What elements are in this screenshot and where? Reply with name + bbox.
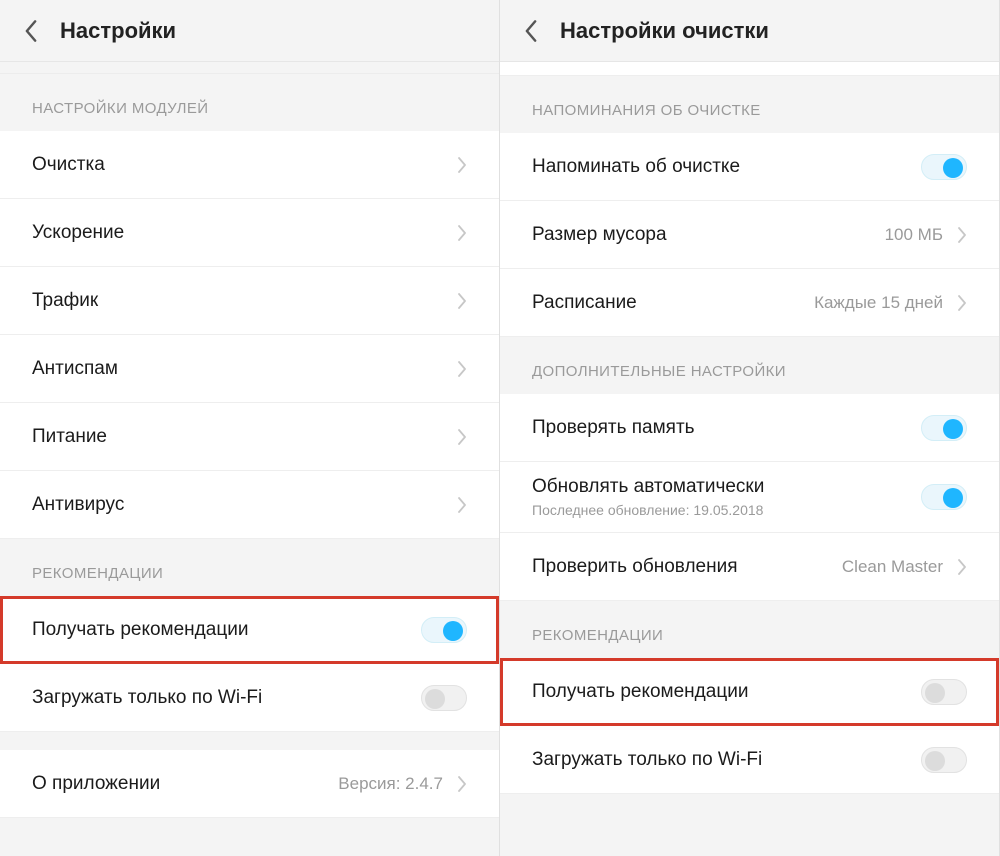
chevron-right-icon: [457, 776, 467, 792]
row-receive-recommendations[interactable]: Получать рекомендации: [500, 658, 999, 726]
row-antispam[interactable]: Антиспам: [0, 335, 499, 403]
toggle-knob: [425, 689, 445, 709]
settings-screen: Настройки НАСТРОЙКИ МОДУЛЕЙ Очистка Уско…: [0, 0, 500, 856]
row-label: Проверять память: [532, 417, 921, 439]
row-check-memory[interactable]: Проверять память: [500, 394, 999, 462]
row-label: Ускорение: [32, 222, 457, 244]
row-label: О приложении: [32, 773, 338, 795]
row-power[interactable]: Питание: [0, 403, 499, 471]
back-button[interactable]: [20, 20, 42, 42]
cleanup-settings-screen: Настройки очистки НАПОМИНАНИЯ ОБ ОЧИСТКЕ…: [500, 0, 1000, 856]
section-recommendations-header: РЕКОМЕНДАЦИИ: [500, 601, 999, 658]
section-reminders-header: НАПОМИНАНИЯ ОБ ОЧИСТКЕ: [500, 76, 999, 133]
chevron-right-icon: [457, 293, 467, 309]
page-title: Настройки: [60, 18, 176, 44]
header: Настройки: [0, 0, 499, 62]
chevron-right-icon: [457, 361, 467, 377]
toggle-recommendations[interactable]: [921, 679, 967, 705]
row-text: Обновлять автоматически Последнее обновл…: [532, 462, 921, 532]
spacer: [0, 62, 499, 74]
row-traffic[interactable]: Трафик: [0, 267, 499, 335]
toggle-knob: [943, 488, 963, 508]
row-label: Загружать только по Wi-Fi: [32, 687, 421, 709]
section-additional-header: ДОПОЛНИТЕЛЬНЫЕ НАСТРОЙКИ: [500, 337, 999, 394]
row-label: Антивирус: [32, 494, 457, 516]
chevron-right-icon: [457, 225, 467, 241]
row-label: Питание: [32, 426, 457, 448]
chevron-left-icon: [524, 20, 538, 42]
toggle-check-memory[interactable]: [921, 415, 967, 441]
row-sublabel: Последнее обновление: 19.05.2018: [532, 502, 921, 518]
chevron-left-icon: [24, 20, 38, 42]
row-trash-size[interactable]: Размер мусора 100 МБ: [500, 201, 999, 269]
content: НАСТРОЙКИ МОДУЛЕЙ Очистка Ускорение Траф…: [0, 62, 499, 856]
chevron-right-icon: [457, 497, 467, 513]
row-check-updates[interactable]: Проверить обновления Clean Master: [500, 533, 999, 601]
row-label: Трафик: [32, 290, 457, 312]
content: НАПОМИНАНИЯ ОБ ОЧИСТКЕ Напоминать об очи…: [500, 62, 999, 856]
toggle-knob: [943, 419, 963, 439]
chevron-right-icon: [957, 227, 967, 243]
row-value: Каждые 15 дней: [814, 293, 943, 313]
row-remind-cleanup[interactable]: Напоминать об очистке: [500, 133, 999, 201]
row-label: Проверить обновления: [532, 556, 842, 578]
row-label: Размер мусора: [532, 224, 885, 246]
section-modules-header: НАСТРОЙКИ МОДУЛЕЙ: [0, 74, 499, 131]
chevron-right-icon: [457, 429, 467, 445]
spacer: [0, 732, 499, 750]
page-title: Настройки очистки: [560, 18, 769, 44]
row-value: 100 МБ: [885, 225, 943, 245]
row-value: Версия: 2.4.7: [338, 774, 443, 794]
toggle-wifi-only[interactable]: [921, 747, 967, 773]
row-label: Напоминать об очистке: [532, 156, 921, 178]
row-auto-update[interactable]: Обновлять автоматически Последнее обновл…: [500, 462, 999, 533]
row-label: Получать рекомендации: [532, 681, 921, 703]
chevron-right-icon: [457, 157, 467, 173]
row-label: Обновлять автоматически: [532, 476, 921, 498]
row-cleanup[interactable]: Очистка: [0, 131, 499, 199]
toggle-knob: [925, 751, 945, 771]
toggle-knob: [943, 158, 963, 178]
back-button[interactable]: [520, 20, 542, 42]
row-label: Расписание: [532, 292, 814, 314]
section-recommendations-header: РЕКОМЕНДАЦИИ: [0, 539, 499, 596]
row-value: Clean Master: [842, 557, 943, 577]
toggle-knob: [925, 683, 945, 703]
toggle-auto-update[interactable]: [921, 484, 967, 510]
chevron-right-icon: [957, 295, 967, 311]
row-label: Загружать только по Wi-Fi: [532, 749, 921, 771]
row-label: Антиспам: [32, 358, 457, 380]
toggle-recommendations[interactable]: [421, 617, 467, 643]
row-wifi-only[interactable]: Загружать только по Wi-Fi: [500, 726, 999, 794]
row-about[interactable]: О приложении Версия: 2.4.7: [0, 750, 499, 818]
row-wifi-only[interactable]: Загружать только по Wi-Fi: [0, 664, 499, 732]
toggle-wifi-only[interactable]: [421, 685, 467, 711]
row-label: Получать рекомендации: [32, 619, 421, 641]
row-schedule[interactable]: Расписание Каждые 15 дней: [500, 269, 999, 337]
row-antivirus[interactable]: Антивирус: [0, 471, 499, 539]
row-boost[interactable]: Ускорение: [0, 199, 499, 267]
header: Настройки очистки: [500, 0, 999, 62]
partial-row: [500, 62, 999, 76]
row-label: Очистка: [32, 154, 457, 176]
row-receive-recommendations[interactable]: Получать рекомендации: [0, 596, 499, 664]
chevron-right-icon: [957, 559, 967, 575]
toggle-remind[interactable]: [921, 154, 967, 180]
toggle-knob: [443, 621, 463, 641]
